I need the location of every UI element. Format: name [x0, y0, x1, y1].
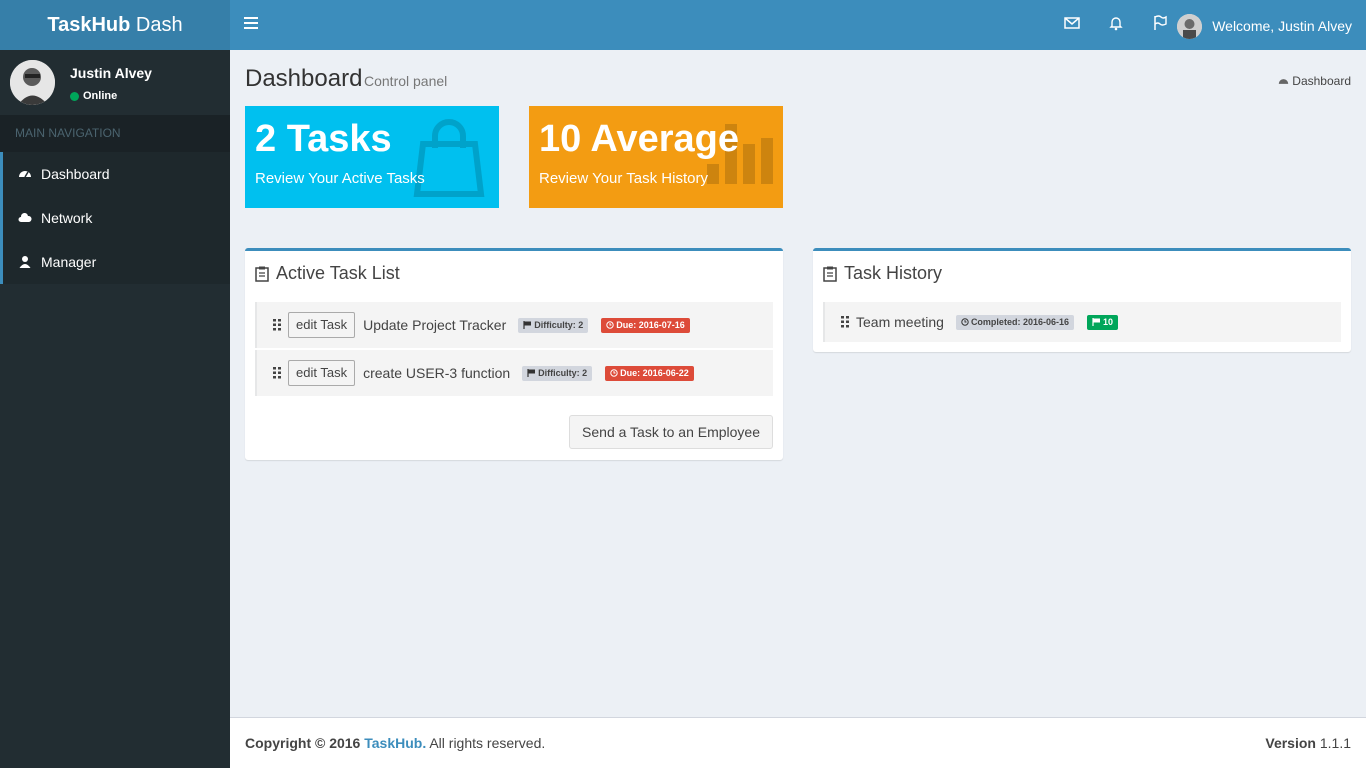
nav-header: MAIN NAVIGATION: [0, 115, 230, 152]
app-logo[interactable]: TaskHub Dash: [0, 0, 230, 50]
brand-link[interactable]: TaskHub.: [364, 735, 426, 751]
task-name: Update Project Tracker: [363, 317, 507, 333]
completed-label: Completed: 2016-06-16: [970, 317, 1069, 327]
sidebar-item-label: Manager: [41, 254, 97, 270]
sidebar-item-label: Network: [41, 210, 93, 226]
avatar: [1177, 13, 1203, 39]
stat-label: Review Your Task History: [539, 170, 708, 187]
difficulty-badge: Difficulty: 2: [522, 365, 593, 381]
avatar: [10, 60, 55, 105]
history-row: Team meeting Completed: 2016-06-16 10: [823, 302, 1341, 342]
sidebar-toggle-icon[interactable]: [244, 17, 258, 31]
user-name: Justin Alvey: [70, 65, 152, 81]
task-row: edit Task create USER-3 function Difficu…: [255, 350, 773, 396]
stat-value: 10 Average: [539, 118, 739, 160]
task-name: Team meeting: [856, 314, 944, 330]
user-menu[interactable]: Welcome, Justin Alvey: [1177, 13, 1352, 39]
active-tasks-stat[interactable]: 2 Tasks Review Your Active Tasks: [245, 106, 499, 208]
status-label: Online: [83, 90, 118, 102]
clipboard-icon: [823, 266, 837, 282]
stat-label: Review Your Active Tasks: [255, 170, 425, 187]
completed-badge: Completed: 2016-06-16: [955, 314, 1074, 330]
clock-icon: [606, 321, 614, 329]
due-label: Due: 2016-07-16: [616, 320, 685, 330]
sidebar-item-label: Dashboard: [41, 166, 110, 182]
panel-title-label: Active Task List: [276, 263, 400, 283]
send-task-button[interactable]: Send a Task to an Employee: [569, 415, 773, 449]
sidebar-item-network[interactable]: Network: [0, 196, 230, 240]
drag-handle-icon[interactable]: [273, 319, 281, 331]
footer: Copyright © 2016 TaskHub. All rights res…: [230, 717, 1366, 768]
user-icon: [19, 256, 31, 268]
due-badge: Due: 2016-07-16: [601, 317, 690, 333]
score-badge: 10: [1086, 314, 1118, 330]
logo-bold: TaskHub: [47, 14, 131, 36]
edit-task-button[interactable]: edit Task: [288, 312, 356, 338]
clock-icon: [610, 369, 618, 377]
page-title: Dashboard: [245, 65, 363, 92]
score-label: 10: [1102, 317, 1113, 327]
user-panel: Justin Alvey Online: [0, 50, 230, 115]
main-content: Dashboard Control panel Dashboard 2 Task…: [230, 50, 1366, 718]
flag-icon: [527, 369, 536, 377]
page-subtitle: Control panel: [364, 73, 448, 89]
difficulty-label: Difficulty: 2: [534, 320, 584, 330]
logo-rest: Dash: [130, 14, 183, 36]
envelope-icon[interactable]: [1064, 15, 1084, 35]
sidebar: Justin Alvey Online MAIN NAVIGATION Dash…: [0, 50, 230, 768]
drag-handle-icon[interactable]: [841, 316, 849, 328]
online-status: Online: [70, 90, 117, 102]
sidebar-item-manager[interactable]: Manager: [0, 240, 230, 284]
stat-value: 2 Tasks: [255, 118, 392, 160]
flag-icon[interactable]: [1152, 15, 1172, 35]
panel-title: Task History: [823, 263, 942, 284]
cloud-icon: [18, 212, 32, 222]
breadcrumb[interactable]: Dashboard: [1278, 74, 1351, 88]
flag-icon: [523, 321, 532, 329]
dashboard-icon: [19, 171, 31, 178]
due-badge: Due: 2016-06-22: [605, 365, 694, 381]
version-number: 1.1.1: [1315, 735, 1351, 751]
version-label: Version: [1265, 735, 1316, 751]
clipboard-icon: [255, 266, 269, 282]
task-row: edit Task Update Project Tracker Difficu…: [255, 302, 773, 348]
flag-icon: [1092, 318, 1100, 326]
welcome-text: Welcome, Justin Alvey: [1212, 18, 1352, 34]
task-name: create USER-3 function: [363, 365, 511, 381]
drag-handle-icon[interactable]: [273, 367, 281, 379]
rights-text: All rights reserved.: [426, 735, 546, 751]
task-history-panel: Task History Team meeting Completed: 201…: [813, 248, 1351, 352]
top-navbar: Welcome, Justin Alvey: [230, 0, 1366, 50]
panel-title: Active Task List: [255, 263, 400, 284]
dashboard-icon: [1279, 78, 1289, 84]
clock-icon: [961, 318, 969, 326]
due-label: Due: 2016-06-22: [620, 368, 689, 378]
panel-title-label: Task History: [844, 263, 943, 283]
sidebar-item-dashboard[interactable]: Dashboard: [0, 152, 230, 196]
version: Version 1.1.1: [1265, 735, 1351, 751]
shopping-bag-icon: [409, 118, 489, 203]
online-dot-icon: [70, 91, 79, 101]
difficulty-badge: Difficulty: 2: [518, 317, 589, 333]
copyright-text: Copyright © 2016: [245, 735, 365, 751]
difficulty-label: Difficulty: 2: [538, 368, 588, 378]
edit-task-button[interactable]: edit Task: [288, 360, 356, 386]
active-task-panel: Active Task List edit Task Update Projec…: [245, 248, 783, 460]
average-stat[interactable]: 10 Average Review Your Task History: [529, 106, 783, 208]
breadcrumb-label: Dashboard: [1292, 74, 1351, 88]
bell-icon[interactable]: [1108, 15, 1128, 35]
copyright: Copyright © 2016 TaskHub. All rights res…: [245, 735, 545, 751]
